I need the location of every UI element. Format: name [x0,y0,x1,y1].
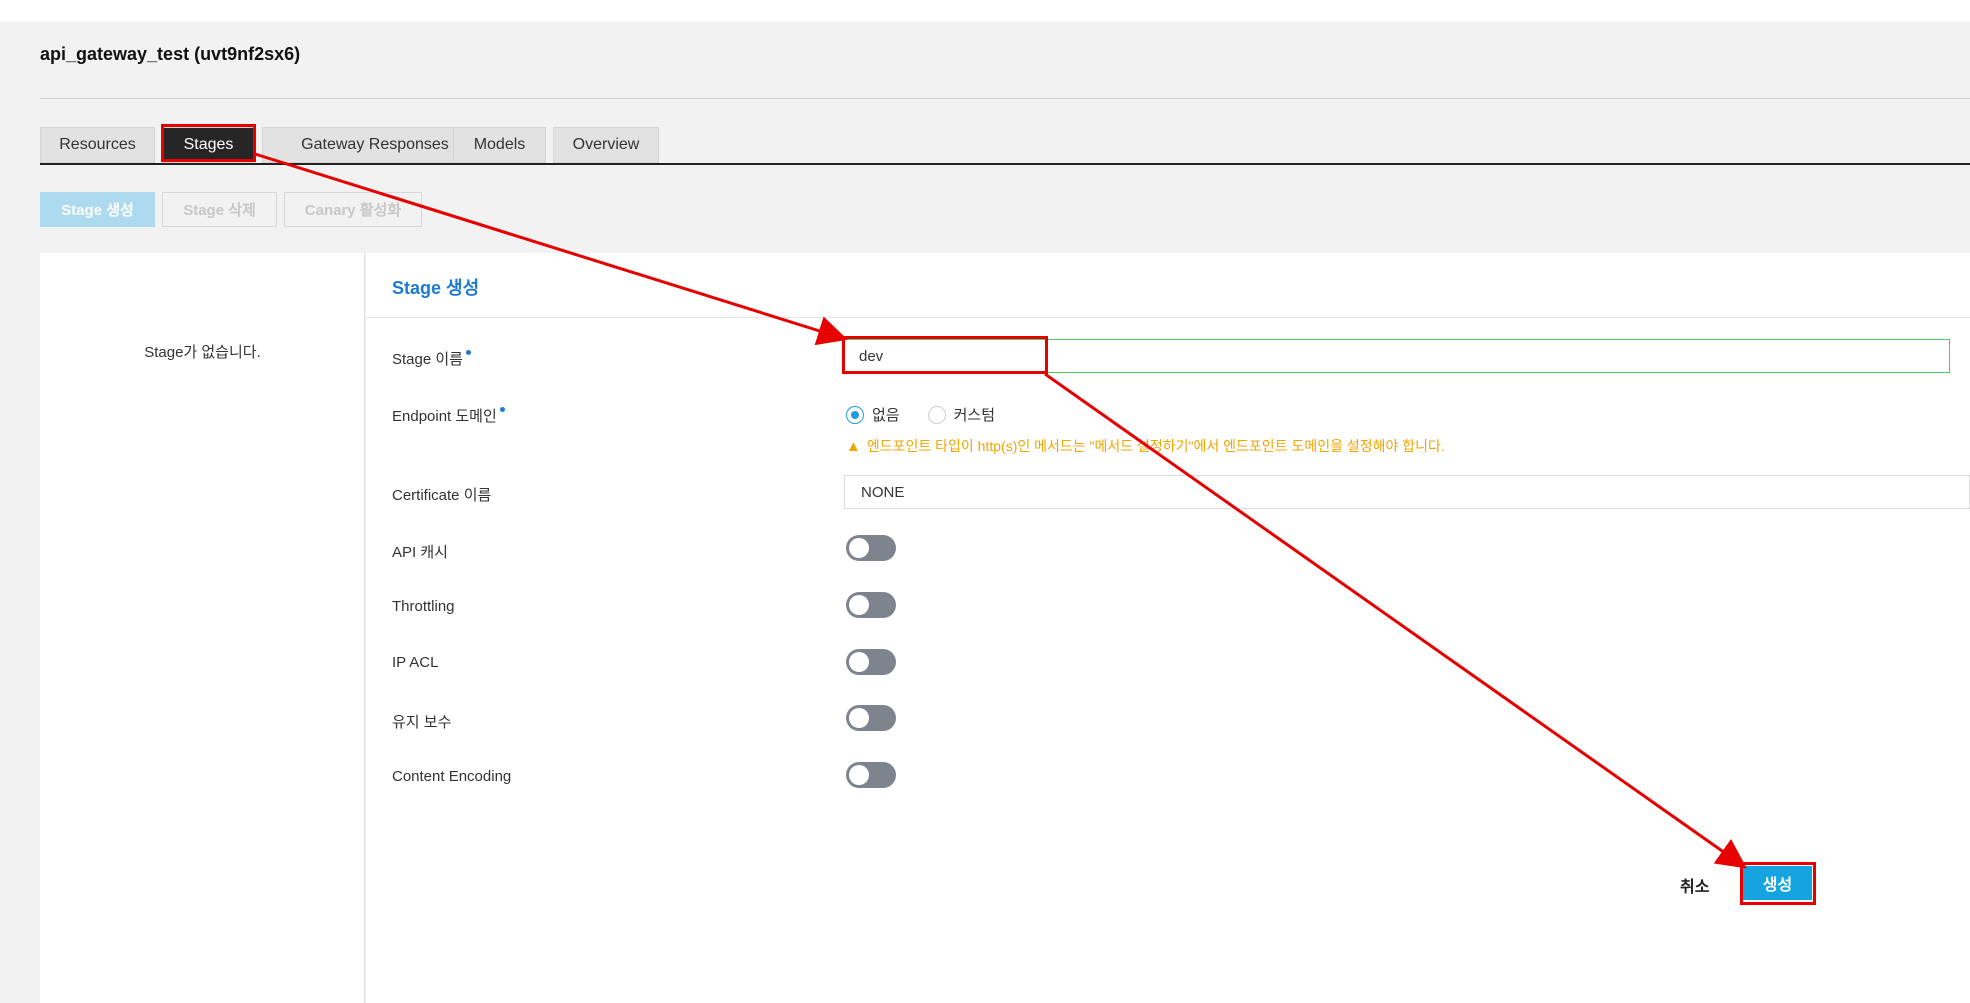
stage-name-label-text: Stage 이름 [392,351,463,368]
endpoint-domain-label: Endpoint 도메인 [392,405,505,426]
tab-overview[interactable]: Overview [553,127,659,163]
throttling-label: Throttling [392,598,455,615]
cancel-button[interactable]: 취소 [1680,873,1709,897]
create-stage-form: Stage 생성 Stage 이름 Endpoint 도메인 없음 커스텀 ▲ … [366,253,1970,838]
empty-stage-message: Stage가 없습니다. [144,344,261,361]
certificate-label: Certificate 이름 [392,487,492,504]
required-dot [465,350,471,355]
api-cache-label: API 캐시 [392,544,448,561]
page: api_gateway_test (uvt9nf2sx6) Resources … [0,0,1970,1003]
form-title: Stage 생성 [392,278,480,298]
required-dot [499,407,505,412]
maintenance-toggle[interactable] [846,705,896,731]
endpoint-domain-label-text: Endpoint 도메인 [392,408,497,425]
delete-stage-button[interactable]: Stage 삭제 [162,192,277,227]
stage-list-panel: Stage가 없습니다. [40,253,365,1003]
api-cache-toggle[interactable] [846,535,896,561]
radio-custom-label[interactable]: 커스텀 [954,404,995,425]
content-encoding-label: Content Encoding [392,768,512,785]
content-encoding-toggle[interactable] [846,762,896,788]
form-footer [366,838,1970,1003]
tab-models[interactable]: Models [453,127,546,163]
radio-custom[interactable] [927,405,946,424]
stage-name-label: Stage 이름 [392,348,471,369]
create-button[interactable]: 생성 [1743,866,1812,900]
endpoint-warning: ▲ 엔드포인트 타입이 http(s)인 메서드는 "메서드 설정하기"에서 엔… [846,436,1445,456]
canary-enable-button[interactable]: Canary 활성화 [284,192,422,227]
ip-acl-toggle[interactable] [846,649,896,675]
endpoint-domain-radio-group: 없음 커스텀 [846,404,1023,425]
title-divider [40,98,1970,99]
radio-none[interactable] [846,405,864,424]
stage-name-input[interactable] [844,339,1950,373]
tab-resources[interactable]: Resources [40,127,155,163]
tab-stages[interactable]: Stages [162,127,255,163]
certificate-select-value: NONE [861,483,905,501]
warning-text: 엔드포인트 타입이 http(s)인 메서드는 "메서드 설정하기"에서 엔드포… [866,438,1445,454]
ip-acl-label: IP ACL [392,654,439,671]
certificate-select[interactable]: NONE [844,475,1970,509]
radio-none-label[interactable]: 없음 [872,404,900,425]
maintenance-label: 유지 보수 [392,714,452,731]
form-title-divider [366,317,1970,318]
warning-icon: ▲ [846,437,861,455]
throttling-toggle[interactable] [846,592,896,618]
create-stage-button[interactable]: Stage 생성 [40,192,155,227]
api-title: api_gateway_test (uvt9nf2sx6) [40,44,301,64]
tab-underline [40,163,1970,165]
